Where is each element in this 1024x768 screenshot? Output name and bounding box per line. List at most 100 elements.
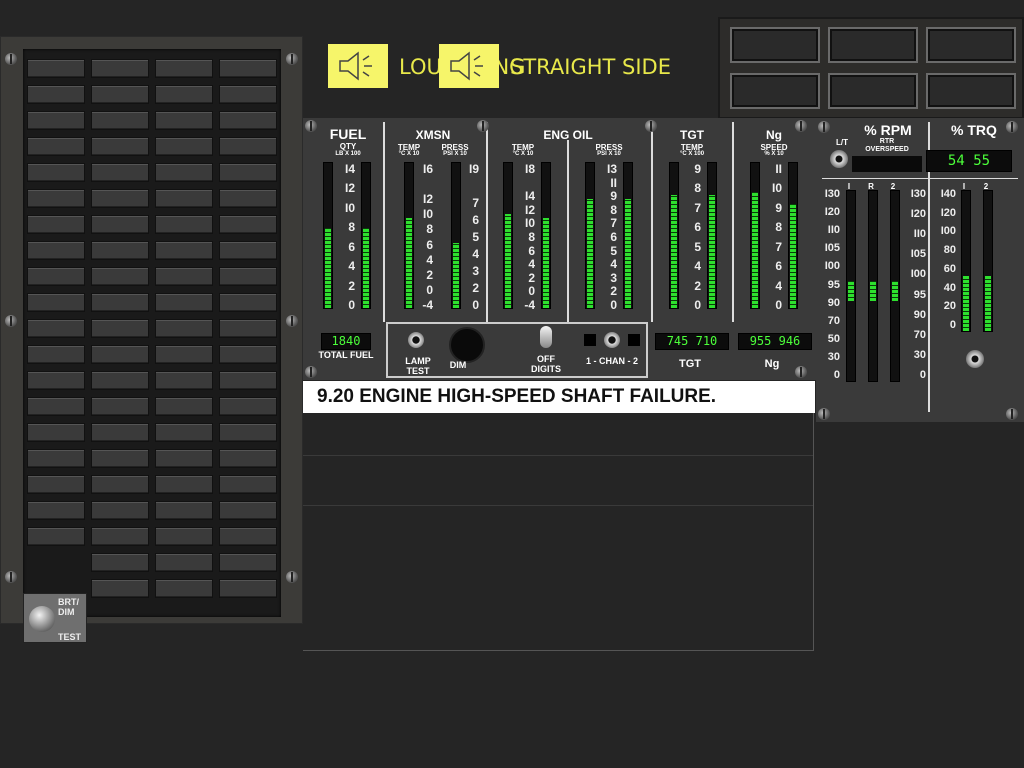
off-digits-label: OFF DIGITS: [530, 354, 561, 374]
scale-tick-label: 0: [775, 298, 782, 312]
rpm-title: % RPM: [864, 122, 912, 138]
panel-button[interactable]: [828, 27, 918, 63]
caution-capsule: [91, 319, 149, 338]
scale-tick-label: 6: [528, 243, 535, 258]
lt-button[interactable]: [830, 150, 848, 168]
ng-digital-readout: 955 946: [738, 333, 812, 350]
straight-side-sound-button[interactable]: [439, 44, 499, 88]
scale-tick-label: I4: [344, 162, 355, 176]
tgt-bar-2: [707, 162, 717, 309]
caution-capsule: [27, 59, 85, 78]
scale-tick-label: 0: [833, 369, 840, 381]
trq-bar-2: [983, 190, 993, 332]
caution-capsule: [91, 501, 149, 520]
caution-capsule: [219, 267, 277, 286]
xmsn-temp-bar: [404, 162, 414, 309]
caution-capsule: [27, 85, 85, 104]
fuel-bar-2: [361, 162, 371, 309]
eng-oil-temp-bar-2: [541, 162, 551, 309]
rpm-bar-label-r: R: [868, 182, 874, 191]
scale-tick-label: 8: [528, 230, 535, 244]
scale-tick-label: I9: [468, 162, 479, 176]
xmsn-press-unit: PSI X 10: [443, 151, 467, 157]
caution-capsule: [155, 189, 213, 208]
caution-capsule: [91, 111, 149, 130]
caution-capsule: [155, 371, 213, 390]
dim-label: DIM: [449, 360, 467, 370]
tgt-title: TGT: [680, 128, 704, 142]
screw-icon: [818, 408, 830, 420]
lamp-test-button[interactable]: [408, 332, 424, 348]
procedure-title-bar: 9.20 ENGINE HIGH-SPEED SHAFT FAILURE.: [303, 381, 815, 413]
caution-capsule: [27, 527, 85, 546]
speaker-icon: [339, 51, 372, 81]
fuel-digital-readout: 1840: [321, 333, 371, 350]
fuel-unit-label: LB X 100: [335, 151, 361, 157]
scale-tick-label: 6: [694, 220, 701, 235]
caution-capsule: [91, 59, 149, 78]
caution-capsule: [219, 397, 277, 416]
caution-panel: BRT/ DIM TEST: [0, 36, 303, 643]
toggle-knob-icon[interactable]: [29, 606, 55, 632]
scale-tick-label: 7: [775, 239, 782, 254]
scale-tick-label: -4: [422, 298, 433, 312]
scale-tick-label: II0: [827, 224, 840, 237]
panel-button[interactable]: [926, 73, 1016, 109]
caution-capsule: [27, 241, 85, 260]
screw-icon: [795, 120, 807, 132]
scale-tick-label: I0: [771, 181, 782, 196]
caution-capsule: [27, 449, 85, 468]
control-strip: LAMP TEST DIM OFF DIGITS 1 - CHAN - 2: [386, 322, 648, 378]
divider: [651, 122, 653, 322]
panel-button[interactable]: [828, 73, 918, 109]
caution-capsule: [219, 501, 277, 520]
caution-capsule: [155, 475, 213, 494]
eng-oil-press-scale: I3 II 9 8 7 6 5 4 3 2 0: [597, 162, 617, 312]
divider: [732, 122, 734, 322]
rpm-bar-label-2: 2: [890, 182, 896, 191]
screw-icon: [305, 120, 317, 132]
eng-oil-temp-unit: °C X 10: [512, 151, 534, 157]
caution-capsule: [219, 579, 277, 598]
panel-button[interactable]: [730, 27, 820, 63]
digits-toggle-switch[interactable]: [540, 326, 552, 348]
caution-capsule: [155, 111, 213, 130]
scale-tick-label: 50: [827, 332, 840, 345]
scale-tick-label: 4: [694, 259, 701, 274]
scale-tick-label: 5: [610, 243, 617, 258]
scale-tick-label: 8: [426, 222, 433, 237]
chan-select-button[interactable]: [604, 332, 620, 348]
caution-capsule: [219, 59, 277, 78]
caution-capsule: [155, 501, 213, 520]
scale-tick-label: 9: [610, 189, 617, 204]
panel-button[interactable]: [730, 73, 820, 109]
eng-oil-press-bar-2: [623, 162, 633, 309]
scale-tick-label: 8: [610, 202, 617, 217]
scale-tick-label: 2: [610, 284, 617, 299]
caution-capsule: [27, 501, 85, 520]
total-fuel-label: TOTAL FUEL: [318, 350, 374, 360]
screw-icon: [286, 53, 298, 65]
caution-capsule: [91, 449, 149, 468]
trq-test-button[interactable]: [966, 350, 984, 368]
fuel-qty-label: QTY: [339, 142, 357, 151]
lt-label: L/T: [836, 138, 848, 147]
screw-icon: [305, 366, 317, 378]
scale-tick-label: 0: [426, 282, 433, 297]
caution-capsule: [219, 215, 277, 234]
brt-dim-test-switch[interactable]: BRT/ DIM TEST: [23, 593, 87, 643]
caution-capsule: [219, 163, 277, 182]
caution-capsule: [219, 293, 277, 312]
loud-bang-sound-button[interactable]: [328, 44, 388, 88]
scale-tick-label: 0: [348, 298, 355, 312]
caution-capsule: [219, 85, 277, 104]
straight-side-label[interactable]: STRAIGHT SIDE: [510, 55, 671, 79]
scale-tick-label: I00: [940, 225, 956, 238]
caution-capsule: [155, 423, 213, 442]
scale-tick-label: I0: [524, 216, 535, 231]
divider: [486, 122, 488, 322]
eng-oil-title: ENG OIL: [543, 128, 593, 142]
test-label: TEST: [58, 632, 82, 642]
panel-button[interactable]: [926, 27, 1016, 63]
dim-knob[interactable]: [449, 327, 485, 363]
